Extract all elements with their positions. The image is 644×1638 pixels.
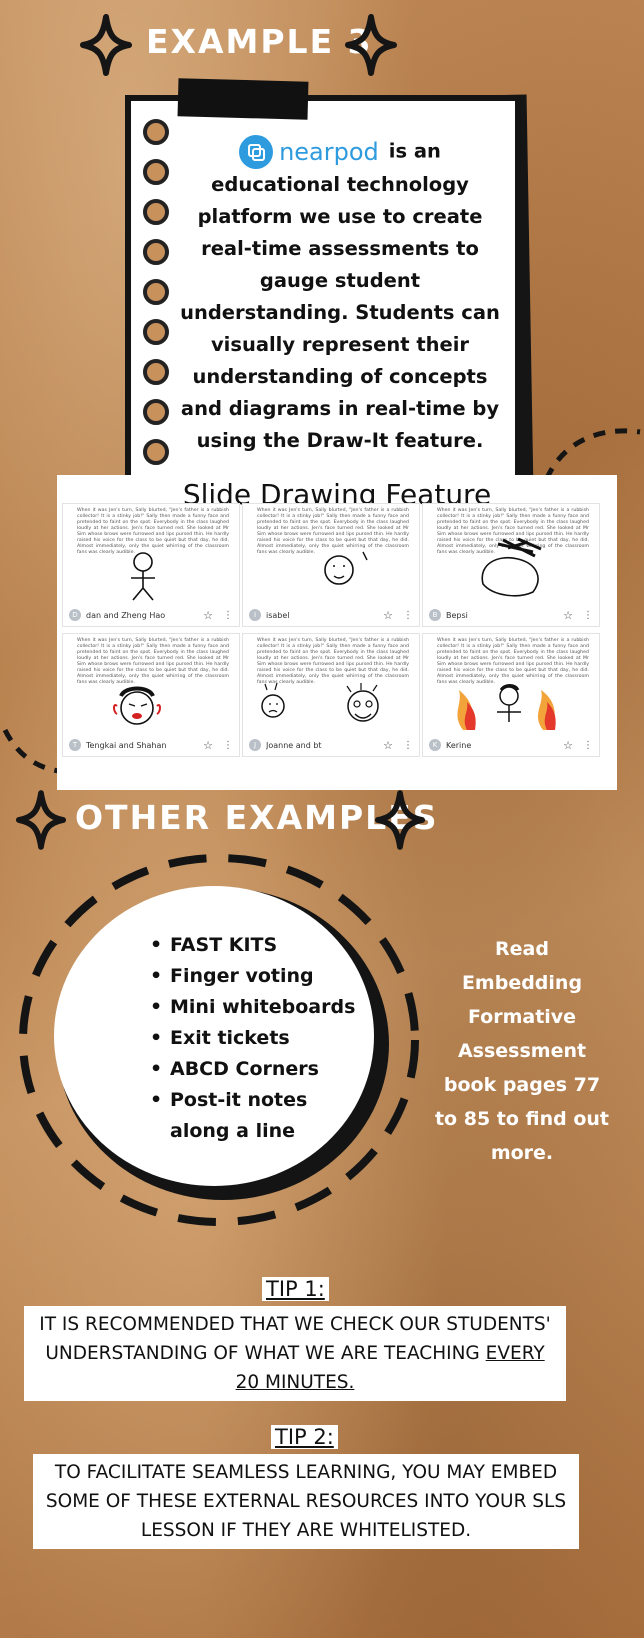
description-text: is an educational technology platform we… xyxy=(180,139,500,453)
more-icon[interactable]: ⋮ xyxy=(223,610,233,621)
binder-ring xyxy=(143,359,169,385)
nearpod-logo: nearpod xyxy=(239,135,379,169)
student-name: Kerine xyxy=(446,740,472,750)
other-examples-list: FAST KITS Finger voting Mini whiteboards… xyxy=(150,930,355,1147)
student-name: Bepsi xyxy=(446,610,468,620)
binder-ring xyxy=(143,439,169,465)
binder-ring xyxy=(143,159,169,185)
star-icon[interactable]: ☆ xyxy=(563,609,573,622)
more-icon[interactable]: ⋮ xyxy=(583,610,593,621)
tip1-box: IT IS RECOMMENDED THAT WE CHECK OUR STUD… xyxy=(24,1306,566,1401)
stick-figure-drawing xyxy=(131,552,155,601)
response-footer: K Kerine ☆ ⋮ xyxy=(423,734,599,756)
list-item: FAST KITS xyxy=(150,930,355,961)
binder-ring xyxy=(143,399,169,425)
list-item: Exit tickets xyxy=(150,1023,355,1054)
binder-ring xyxy=(143,199,169,225)
response-footer: I isabel ☆ ⋮ xyxy=(243,604,419,626)
more-icon[interactable]: ⋮ xyxy=(223,740,233,751)
student-name: dan and Zheng Hao xyxy=(86,610,166,620)
fire-figure-drawing xyxy=(457,684,556,730)
binder-ring xyxy=(143,279,169,305)
example-title: EXAMPLE 3 xyxy=(146,22,373,61)
sparkle-left-icon xyxy=(16,790,66,850)
sparkle-right-icon xyxy=(345,14,397,76)
read-more-note: Read Embedding Formative Assessment book… xyxy=(434,938,610,1164)
tape-strip xyxy=(177,78,309,120)
avatar: J xyxy=(249,739,261,751)
avatar: K xyxy=(429,739,441,751)
nearpod-icon xyxy=(239,135,274,169)
face-drawing xyxy=(324,551,368,585)
response-footer: D dan and Zheng Hao ☆ ⋮ xyxy=(63,604,239,626)
figure-drawing xyxy=(481,537,542,597)
response-card[interactable]: When it was Jen's turn, Sally blurted, "… xyxy=(62,633,240,757)
avatar: D xyxy=(69,609,81,621)
star-icon[interactable]: ☆ xyxy=(203,609,213,622)
response-footer: J Joanne and bt ☆ ⋮ xyxy=(243,734,419,756)
response-card[interactable]: When it was Jen's turn, Sally blurted, "… xyxy=(242,633,420,757)
more-icon[interactable]: ⋮ xyxy=(403,610,413,621)
response-card[interactable]: When it was Jen's turn, Sally blurted, "… xyxy=(422,633,600,757)
star-icon[interactable]: ☆ xyxy=(383,609,393,622)
response-card[interactable]: When it was Jen's turn, Sally blurted, "… xyxy=(62,503,240,627)
sparkle-left-icon xyxy=(80,14,132,76)
star-icon[interactable]: ☆ xyxy=(383,739,393,752)
slide-drawing-screenshot: Slide Drawing Feature When it was Jen's … xyxy=(57,475,617,790)
avatar: T xyxy=(69,739,81,751)
star-icon[interactable]: ☆ xyxy=(203,739,213,752)
two-faces-drawing xyxy=(261,682,379,722)
binder-ring xyxy=(143,239,169,265)
nearpod-wordmark: nearpod xyxy=(279,138,379,166)
tip1-label: TIP 1: xyxy=(262,1277,329,1301)
tip1-text: IT IS RECOMMENDED THAT WE CHECK OUR STUD… xyxy=(39,1314,551,1364)
more-icon[interactable]: ⋮ xyxy=(583,740,593,751)
binder-ring xyxy=(143,119,169,145)
list-item: Post-it notes along a line xyxy=(150,1085,310,1147)
student-name: Tengkai and Shahan xyxy=(86,740,167,750)
more-icon[interactable]: ⋮ xyxy=(403,740,413,751)
response-card[interactable]: When it was Jen's turn, Sally blurted, "… xyxy=(242,503,420,627)
notebook-card: nearpod is an educational technology pla… xyxy=(125,95,521,483)
response-card[interactable]: When it was Jen's turn, Sally blurted, "… xyxy=(422,503,600,627)
angry-face-drawing xyxy=(113,686,161,725)
response-footer: T Tengkai and Shahan ☆ ⋮ xyxy=(63,734,239,756)
avatar: B xyxy=(429,609,441,621)
star-icon[interactable]: ☆ xyxy=(563,739,573,752)
sparkle-right-icon xyxy=(375,790,425,850)
response-footer: B Bepsi ☆ ⋮ xyxy=(423,604,599,626)
tip2-label: TIP 2: xyxy=(271,1425,338,1449)
list-item: ABCD Corners xyxy=(150,1054,355,1085)
tip2-text: TO FACILITATE SEAMLESS LEARNING, YOU MAY… xyxy=(45,1462,567,1541)
binder-ring xyxy=(143,319,169,345)
list-item: Finger voting xyxy=(150,961,355,992)
tip2-box: TO FACILITATE SEAMLESS LEARNING, YOU MAY… xyxy=(33,1454,579,1549)
avatar: I xyxy=(249,609,261,621)
student-name: Joanne and bt xyxy=(266,740,322,750)
list-item: Mini whiteboards xyxy=(150,992,355,1023)
student-name: isabel xyxy=(266,610,290,620)
card-description: nearpod is an educational technology pla… xyxy=(179,135,501,457)
